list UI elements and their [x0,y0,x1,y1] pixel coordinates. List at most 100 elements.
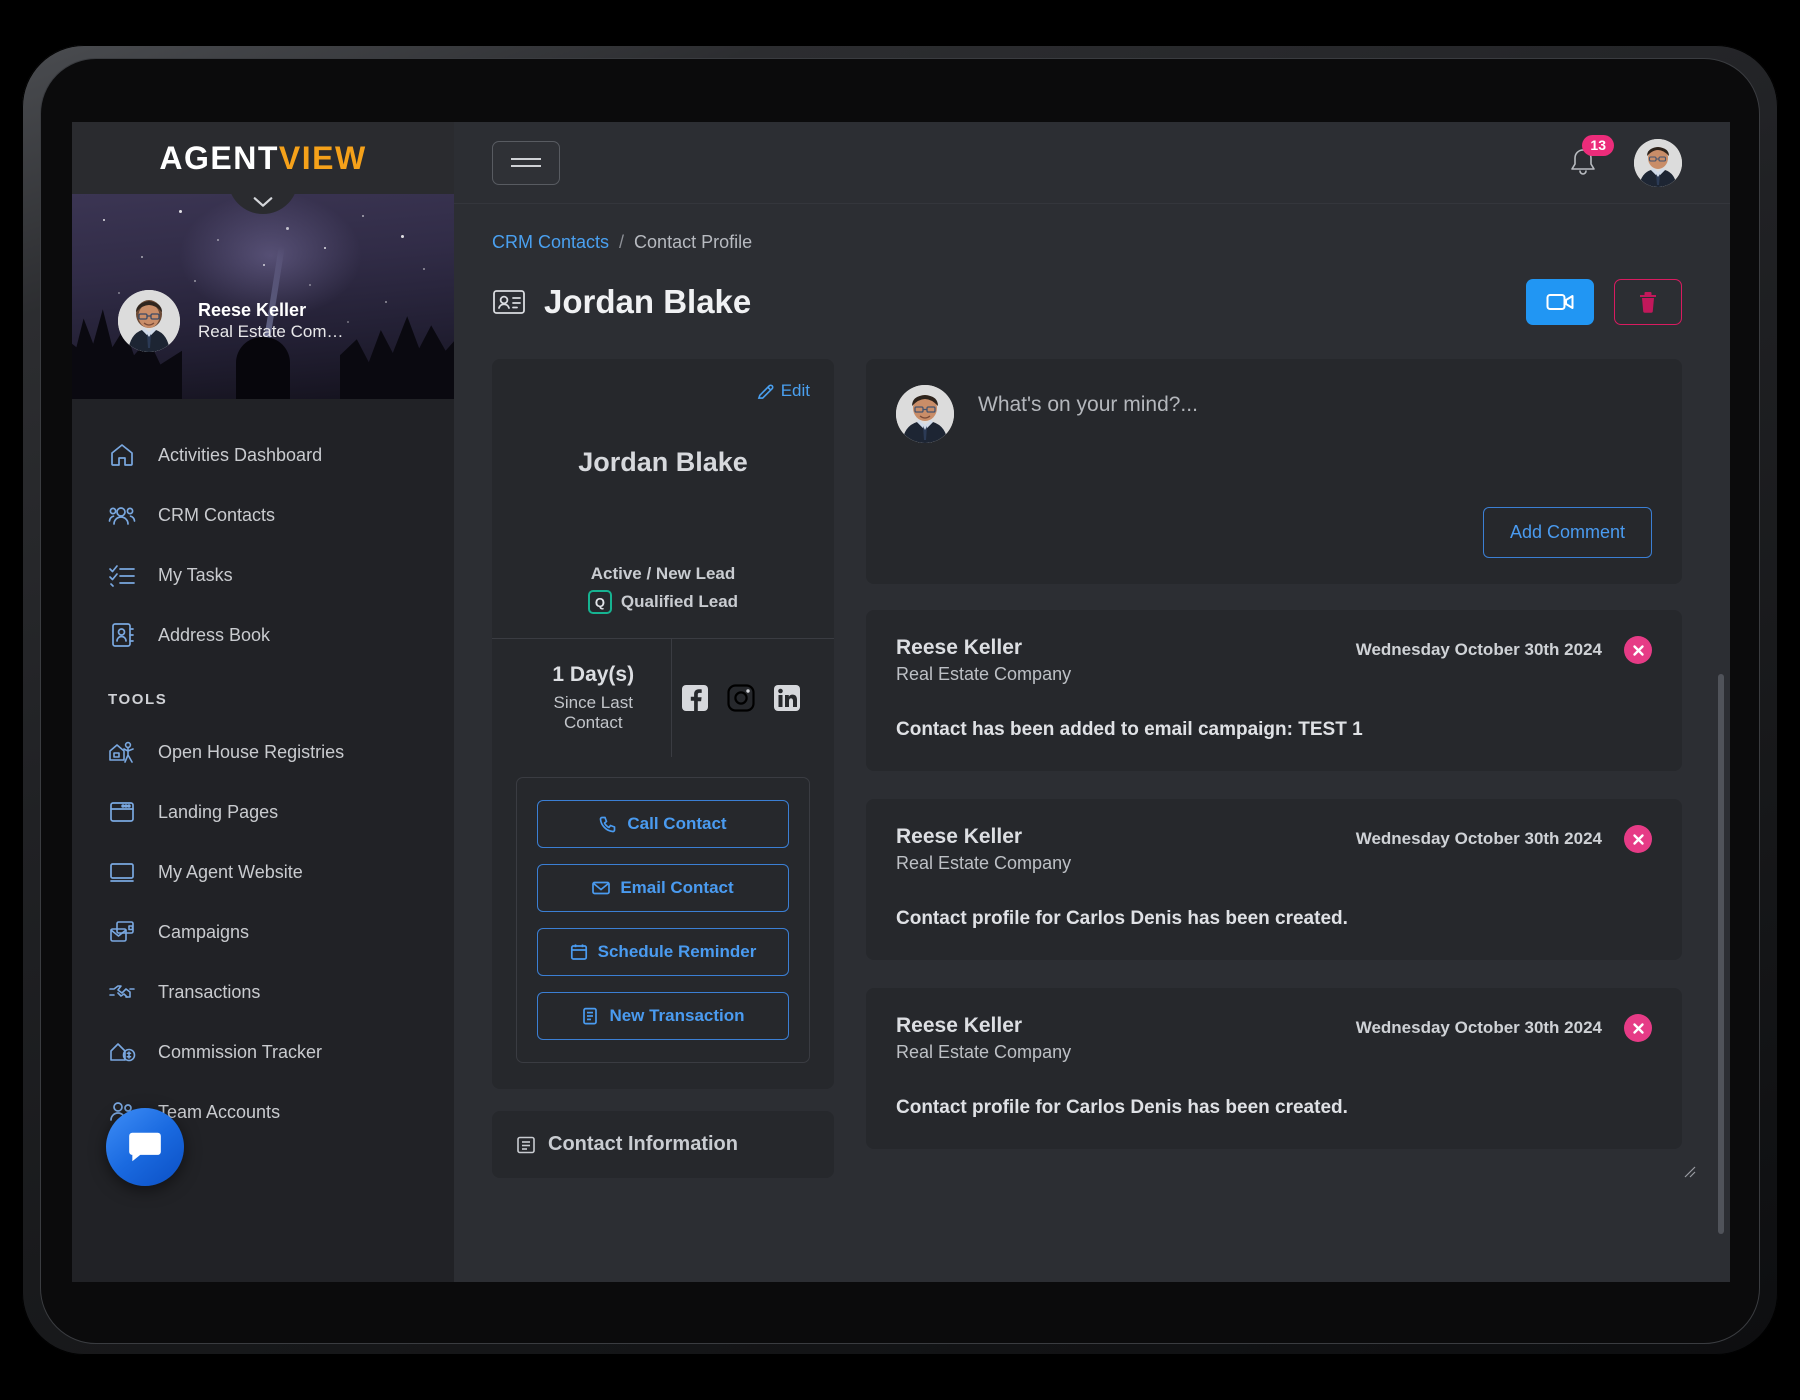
contact-status-block: Active / New Lead Q Qualified Lead [516,564,810,614]
contact-information-card: Contact Information [492,1111,834,1178]
feed-item-header: Reese Keller Real Estate Company Wednesd… [896,1014,1652,1063]
sidebar-item-commission-tracker[interactable]: Commission Tracker [72,1022,454,1082]
sidebar-item-open-house-registries[interactable]: Open House Registries [72,722,454,782]
sidebar-section-tools: TOOLS [108,691,168,708]
contact-summary-card: Edit Jordan Blake Active / New Lead Q Qu… [492,359,834,1089]
right-column: Add Comment Reese Keller Real Estate Com… [866,359,1696,1178]
contact-information-header[interactable]: Contact Information [516,1133,810,1156]
activity-feed: Reese Keller Real Estate Company Wednesd… [866,610,1682,1149]
sidebar-item-label: Transactions [158,981,261,1002]
handshake-icon [108,978,136,1006]
feed-item-author-group: Reese Keller Real Estate Company [896,1014,1071,1063]
hamburger-menu-button[interactable] [492,140,560,185]
days-label: Since Last Contact [553,693,633,732]
phone-icon [600,816,616,833]
facebook-icon[interactable] [681,684,709,712]
add-comment-button[interactable]: Add Comment [1482,507,1652,558]
delete-contact-button[interactable] [1614,279,1682,325]
feed-item-author: Reese Keller [896,1014,1023,1037]
feed-item-company: Real Estate Company [896,664,1072,684]
chevron-down-icon [253,197,273,207]
device-stage: AGENTVIEW Reese Keller Real Estate Com… … [0,0,1800,1400]
new-comment-card: Add Comment [866,359,1696,1178]
sidebar-item-my-agent-website[interactable]: My Agent Website [72,842,454,902]
resize-handle-icon[interactable] [1682,1164,1696,1178]
feed-item-date: Wednesday October 30th 2024 [1355,829,1602,848]
feed-item: Reese Keller Real Estate Company Wednesd… [866,988,1682,1149]
contact-status: Active / New Lead [590,564,736,583]
comment-input[interactable] [978,385,1652,497]
contact-information-title: Contact Information [548,1133,738,1155]
delete-feed-item-button[interactable] [1624,1014,1652,1042]
delete-feed-item-button[interactable] [1624,825,1652,853]
sidebar: AGENTVIEW Reese Keller Real Estate Com… … [72,122,454,1282]
sidebar-item-landing-pages[interactable]: Landing Pages [72,782,454,842]
comment-composer [896,385,1652,497]
sidebar-item-label: Campaigns [158,921,250,942]
breadcrumb: CRM Contacts / Contact Profile [492,232,1682,253]
feed-item-meta: Wednesday October 30th 2024 [1356,825,1652,853]
monitor-icon [108,858,136,886]
sidebar-item-label: Address Book [158,624,271,645]
call-contact-button[interactable]: Call Contact [537,800,789,848]
sidebar-item-label: Landing Pages [158,801,279,822]
comment-actions: Add Comment [896,507,1652,558]
new-transaction-label: New Transaction [609,1006,745,1025]
trash-icon [1640,292,1656,313]
sidebar-item-campaigns[interactable]: Campaigns [72,902,454,962]
instagram-icon[interactable] [727,684,755,712]
sidebar-profile[interactable]: Reese Keller Real Estate Com… [118,290,344,352]
call-contact-label: Call Contact [627,814,727,833]
page-scrollbar[interactable] [1718,674,1724,1234]
sidebar-item-label: My Agent Website [158,861,303,882]
app-logo[interactable]: AGENTVIEW [72,122,454,194]
avatar [896,385,954,443]
video-camera-icon [1546,294,1574,310]
logo-text-accent: VIEW [278,139,367,176]
sidebar-item-my-tasks[interactable]: My Tasks [72,545,454,605]
hamburger-icon-line [511,165,541,167]
sidebar-profile-name: Reese Keller [198,299,307,320]
new-transaction-button[interactable]: New Transaction [537,992,789,1040]
user-avatar-button[interactable] [1634,138,1682,187]
feed-item-header: Reese Keller Real Estate Company Wednesd… [896,636,1652,685]
home-icon [108,441,136,469]
feed-item-body: Contact profile for Carlos Denis has bee… [896,908,1348,929]
email-contact-label: Email Contact [620,878,734,897]
edit-contact-link[interactable]: Edit [757,381,810,401]
feed-item-company: Real Estate Company [896,1042,1072,1062]
notification-count-badge: 13 [1582,134,1614,156]
envelope-icon [592,881,611,895]
sidebar-item-activities-dashboard[interactable]: Activities Dashboard [72,425,454,485]
users-icon [108,501,136,529]
sidebar-item-label: Commission Tracker [158,1041,323,1062]
feed-item-body: Contact has been added to email campaign… [896,719,1363,740]
page-header: Jordan Blake [492,279,1682,325]
sidebar-item-transactions[interactable]: Transactions [72,962,454,1022]
breadcrumb-current: Contact Profile [634,232,753,252]
feed-item-author: Reese Keller [896,825,1023,848]
content-columns: Edit Jordan Blake Active / New Lead Q Qu… [492,359,1696,1178]
days-since-contact-stat: 1 Day(s) Since Last Contact [516,639,672,757]
video-call-button[interactable] [1526,279,1594,325]
sidebar-item-address-book[interactable]: Address Book [72,605,454,665]
sidebar-item-crm-contacts[interactable]: CRM Contacts [72,485,454,545]
delete-feed-item-button[interactable] [1624,636,1652,664]
breadcrumb-link-crm-contacts[interactable]: CRM Contacts [492,232,609,252]
schedule-reminder-button[interactable]: Schedule Reminder [537,928,789,976]
close-circle-icon [1632,1022,1644,1034]
chat-widget-button[interactable] [106,1108,184,1186]
feed-item-author: Reese Keller [896,636,1023,659]
feed-item: Reese Keller Real Estate Company Wednesd… [866,799,1682,960]
campaign-mail-icon [108,918,136,946]
feed-item-author-group: Reese Keller Real Estate Company [896,636,1071,685]
notifications-button[interactable]: 13 [1566,134,1614,181]
checklist-icon [108,561,136,589]
sidebar-item-label: Open House Registries [158,741,345,762]
social-links [672,639,811,757]
feed-item-header: Reese Keller Real Estate Company Wednesd… [896,825,1652,874]
linkedin-icon[interactable] [773,684,801,712]
email-contact-button[interactable]: Email Contact [537,864,789,912]
close-circle-icon [1632,644,1644,656]
feed-item-meta: Wednesday October 30th 2024 [1356,636,1652,664]
